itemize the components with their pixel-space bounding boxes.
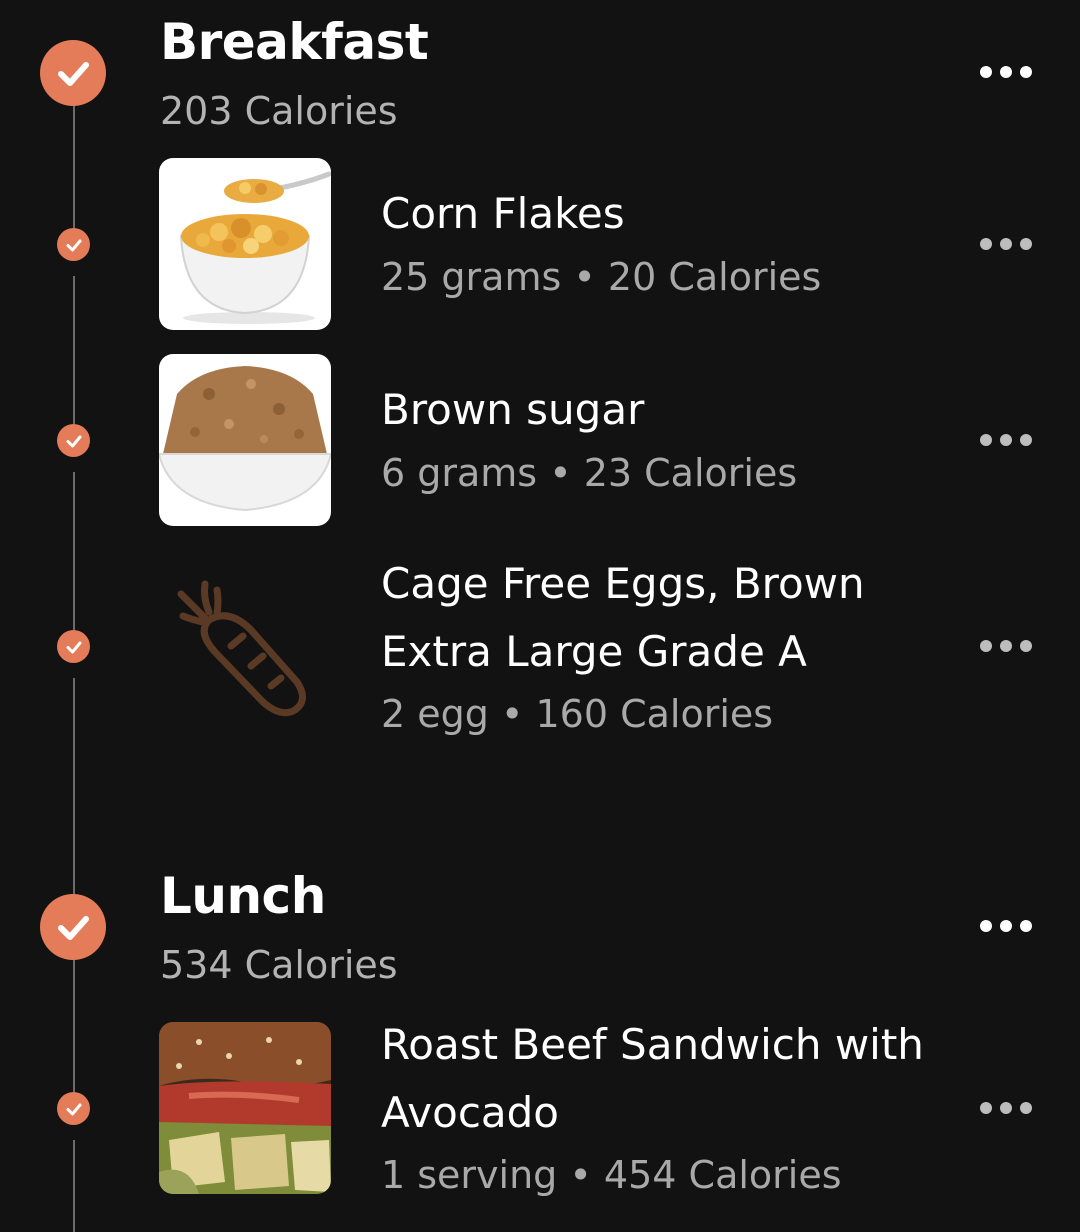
timeline-line <box>73 472 75 630</box>
brown-sugar-image[interactable] <box>159 354 331 526</box>
carrot-placeholder-icon <box>159 560 331 732</box>
meal-title-breakfast: Breakfast <box>160 13 429 71</box>
food-item-check-icon[interactable] <box>57 228 90 261</box>
breakfast-more-button[interactable] <box>980 65 1032 79</box>
timeline-line <box>73 276 75 424</box>
food-item-more-button[interactable] <box>980 639 1032 653</box>
timeline-line <box>73 958 75 1092</box>
timeline-line <box>73 104 75 228</box>
food-item-details: 1 serving • 454 Calories <box>381 1153 842 1197</box>
corn-flakes-image[interactable] <box>159 158 331 330</box>
food-item-more-button[interactable] <box>980 1101 1032 1115</box>
meal-title-lunch: Lunch <box>160 867 326 925</box>
food-item-details: 2 egg • 160 Calories <box>381 692 774 736</box>
lunch-more-button[interactable] <box>980 919 1032 933</box>
timeline-line <box>73 1140 75 1232</box>
food-item-name: Corn Flakes <box>381 189 625 238</box>
food-item-more-button[interactable] <box>980 237 1032 251</box>
roast-beef-sandwich-image[interactable] <box>159 1022 331 1194</box>
food-item-check-icon[interactable] <box>57 424 90 457</box>
food-item-name: Brown sugar <box>381 385 645 434</box>
meal-calories-breakfast: 203 Calories <box>160 89 398 133</box>
food-item-details: 6 grams • 23 Calories <box>381 451 798 495</box>
food-item-check-icon[interactable] <box>57 1092 90 1125</box>
food-item-check-icon[interactable] <box>57 630 90 663</box>
lunch-check-icon[interactable] <box>40 894 106 960</box>
food-item-more-button[interactable] <box>980 433 1032 447</box>
food-item-details: 25 grams • 20 Calories <box>381 255 822 299</box>
breakfast-check-icon[interactable] <box>40 40 106 106</box>
timeline-line <box>73 678 75 894</box>
meal-calories-lunch: 534 Calories <box>160 943 398 987</box>
food-item-name: Cage Free Eggs, Brown Extra Large Grade … <box>381 559 865 676</box>
food-item-name: Roast Beef Sandwich with Avocado <box>381 1020 924 1137</box>
